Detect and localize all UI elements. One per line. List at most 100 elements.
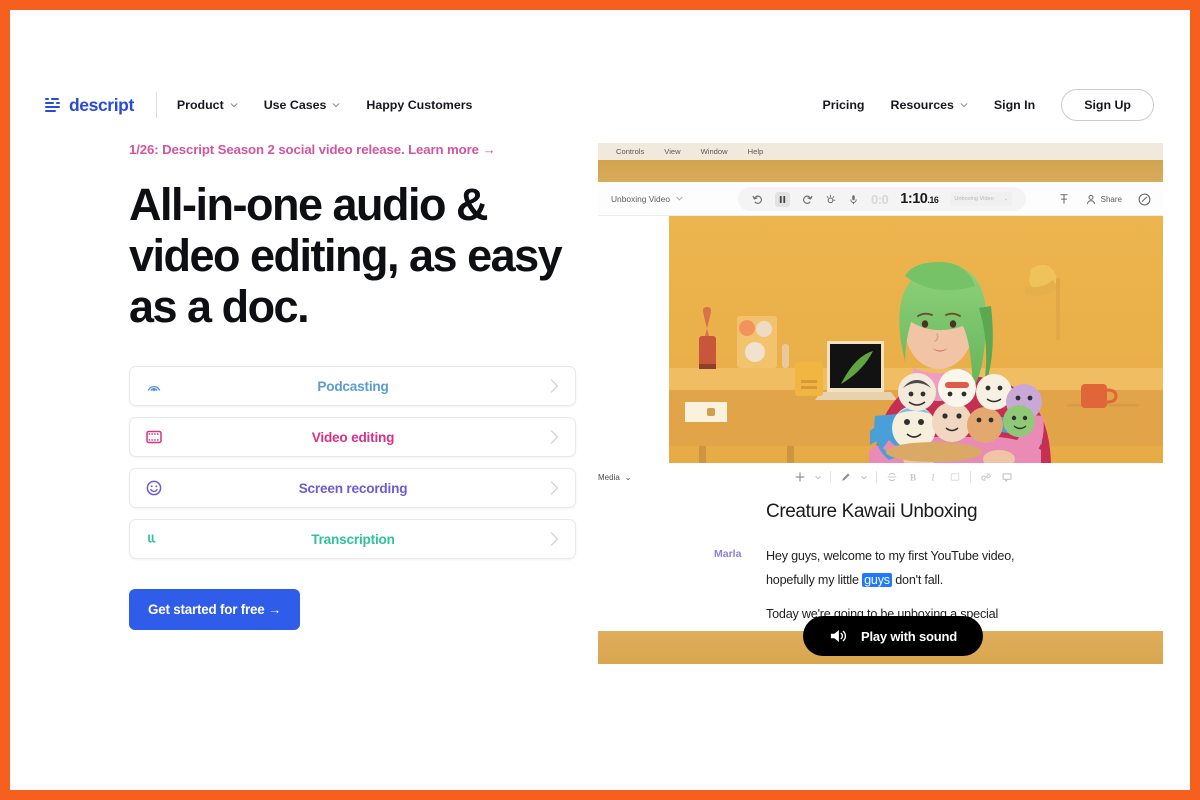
- chevron-right-icon: [548, 531, 561, 547]
- document-name-dropdown[interactable]: Unboxing Video: [611, 194, 683, 204]
- menu-item-view[interactable]: View: [664, 147, 680, 156]
- feature-card-podcasting-label: Podcasting: [158, 379, 548, 394]
- timecode-main: 1:10: [900, 191, 927, 207]
- transport-controls: 0:0 1:10.16 Unboxing Video ⌄: [738, 187, 1026, 211]
- nav-item-pricing[interactable]: Pricing: [823, 98, 865, 112]
- nav-divider: [156, 92, 157, 118]
- chevron-down-icon: [960, 101, 968, 109]
- pin-icon[interactable]: [1058, 193, 1070, 205]
- page-title: All-in-one audio & video editing, as eas…: [129, 179, 599, 332]
- feature-card-video-editing[interactable]: Video editing: [129, 417, 576, 457]
- nav-item-resources-label: Resources: [891, 98, 954, 112]
- chevron-right-icon: [548, 378, 561, 394]
- nav-item-use-cases-label: Use Cases: [264, 98, 327, 112]
- media-caret: ⌄: [625, 473, 632, 482]
- feature-card-video-editing-label: Video editing: [158, 430, 548, 445]
- transcript-document[interactable]: Creature Kawaii Unboxing Marla Hey guys,…: [598, 491, 1163, 631]
- menu-item-help[interactable]: Help: [748, 147, 764, 156]
- timecode-frames: .16: [927, 195, 938, 205]
- mockup-top-band: [598, 160, 1163, 182]
- chevron-right-icon: [548, 429, 561, 445]
- feature-card-transcription-label: Transcription: [158, 532, 548, 547]
- plus-icon[interactable]: [794, 471, 806, 483]
- share-label: Share: [1101, 195, 1122, 204]
- person-icon: [1086, 194, 1096, 205]
- descript-logo[interactable]: descript: [45, 95, 134, 116]
- media-label: Media: [598, 473, 620, 482]
- nav-item-use-cases[interactable]: Use Cases: [264, 98, 341, 112]
- nav-item-sign-in[interactable]: Sign In: [994, 98, 1035, 112]
- strikethrough-icon[interactable]: [886, 471, 898, 483]
- nav-item-product[interactable]: Product: [177, 98, 238, 112]
- chevron-down-icon[interactable]: [861, 475, 867, 480]
- transcript-highlighted-word[interactable]: guys: [862, 573, 892, 587]
- redo-icon[interactable]: [802, 194, 813, 205]
- descript-logo-mark: [45, 97, 62, 114]
- nav-item-happy-customers[interactable]: Happy Customers: [366, 98, 472, 112]
- frame-icon[interactable]: [949, 471, 961, 483]
- media-dropdown[interactable]: Media ⌄: [598, 473, 632, 482]
- top-navigation: descript Product Use Cases Happy C: [10, 74, 1190, 136]
- nav-primary-links: Product Use Cases Happy Customers: [177, 98, 473, 112]
- menu-item-window[interactable]: Window: [701, 147, 728, 156]
- microphone-icon[interactable]: [848, 194, 859, 205]
- logo-text: descript: [69, 95, 134, 116]
- share-button[interactable]: Share: [1086, 194, 1122, 205]
- chevron-down-icon: [332, 101, 340, 109]
- speaker-icon: [829, 628, 847, 644]
- pause-icon[interactable]: [775, 192, 790, 207]
- feature-card-list: Podcasting Video editing: [129, 366, 576, 559]
- mini-track-select[interactable]: Unboxing Video ⌄: [950, 192, 1012, 206]
- feature-card-screen-recording-label: Screen recording: [158, 481, 548, 496]
- timecode-display: 1:10.16: [900, 191, 938, 207]
- toolbar-divider: [970, 471, 971, 483]
- italic-icon[interactable]: I: [928, 471, 940, 483]
- chevron-down-icon: [230, 101, 238, 109]
- format-toolbar: Media ⌄: [598, 463, 1163, 491]
- mini-track-select-caret: ⌄: [1004, 196, 1009, 202]
- timecode-ghost: 0:0: [871, 192, 888, 207]
- nav-left-group: descript Product Use Cases Happy C: [10, 92, 472, 118]
- sign-up-button[interactable]: Sign Up: [1061, 89, 1154, 121]
- chevron-down-icon: [676, 196, 683, 201]
- format-tool-group: B I: [794, 463, 1013, 491]
- svg-text:B: B: [910, 473, 917, 483]
- transcript-text[interactable]: Hey guys, welcome to my first YouTube vi…: [766, 545, 1066, 627]
- nav-item-resources[interactable]: Resources: [891, 98, 968, 112]
- menu-item-controls[interactable]: Controls: [616, 147, 644, 156]
- app-mockup: Controls View Window Help Unboxing Video: [598, 134, 1163, 664]
- bold-icon[interactable]: B: [907, 471, 919, 483]
- page-frame: descript Product Use Cases Happy C: [10, 10, 1190, 790]
- nav-item-sign-in-label: Sign In: [994, 98, 1035, 112]
- toolbar-divider: [830, 471, 831, 483]
- nav-item-pricing-label: Pricing: [823, 98, 865, 112]
- transcript-line1-after: don't fall.: [892, 573, 943, 587]
- play-with-sound-label: Play with sound: [861, 629, 957, 644]
- chevron-right-icon: [548, 480, 561, 496]
- feature-card-podcasting[interactable]: Podcasting: [129, 366, 576, 406]
- speaker-label: Marla: [714, 548, 741, 560]
- hero-left-column: 1/26: Descript Season 2 social video rel…: [129, 142, 599, 630]
- nav-right-group: Pricing Resources Sign In Sign Up: [823, 89, 1191, 121]
- get-started-button[interactable]: Get started for free →: [129, 589, 300, 630]
- toolbar-divider: [876, 471, 877, 483]
- chevron-down-icon[interactable]: [815, 475, 821, 480]
- video-preview[interactable]: [669, 216, 1163, 463]
- play-with-sound-button[interactable]: Play with sound: [803, 616, 983, 656]
- comment-icon[interactable]: [1001, 471, 1013, 483]
- mockup-menubar: Controls View Window Help: [598, 143, 1163, 160]
- svg-text:I: I: [930, 473, 935, 483]
- pen-icon[interactable]: [840, 471, 852, 483]
- meter-icon[interactable]: [1138, 193, 1151, 206]
- nav-item-product-label: Product: [177, 98, 224, 112]
- feature-card-transcription[interactable]: Transcription: [129, 519, 576, 559]
- mini-track-select-label: Unboxing Video: [954, 196, 993, 202]
- nav-item-happy-customers-label: Happy Customers: [366, 98, 472, 112]
- feature-card-screen-recording[interactable]: Screen recording: [129, 468, 576, 508]
- link-icon[interactable]: [980, 471, 992, 483]
- effects-icon[interactable]: [825, 194, 836, 205]
- toolbar-right-group: Share: [1058, 182, 1151, 216]
- video-still-image: [669, 216, 1163, 463]
- undo-icon[interactable]: [752, 194, 763, 205]
- announcement-link[interactable]: 1/26: Descript Season 2 social video rel…: [129, 142, 599, 157]
